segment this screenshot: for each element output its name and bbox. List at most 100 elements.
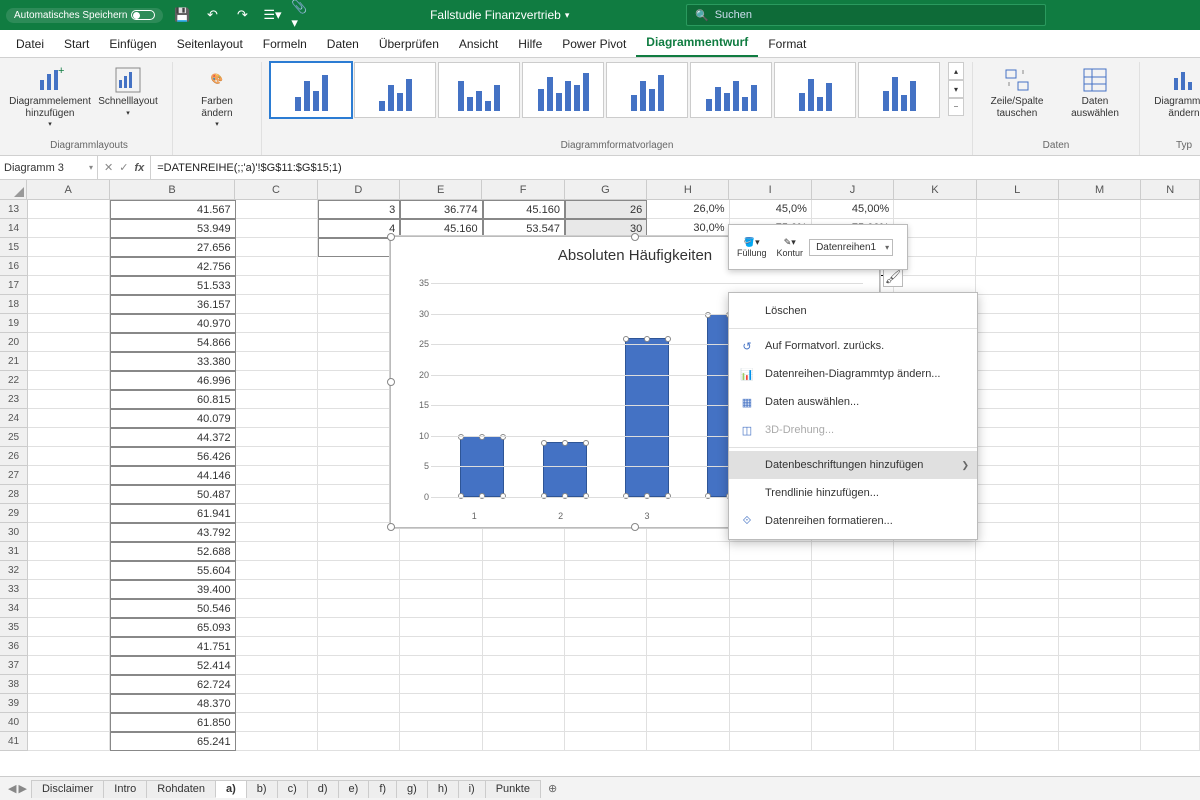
cell-B37[interactable]: 52.414 <box>110 656 235 675</box>
ctx-trendlinie-hinzuf-gen-[interactable]: Trendlinie hinzufügen... <box>729 479 977 507</box>
cell-B35[interactable]: 65.093 <box>110 618 235 637</box>
cell-I40[interactable] <box>730 713 812 732</box>
cell-D41[interactable] <box>318 732 400 751</box>
cell-I38[interactable] <box>730 675 812 694</box>
cell-L29[interactable] <box>976 504 1058 523</box>
cell-E13[interactable]: 36.774 <box>400 200 482 219</box>
cell-D15[interactable]: 5 <box>318 238 400 257</box>
cell-F36[interactable] <box>483 637 565 656</box>
col-header-N[interactable]: N <box>1141 180 1200 199</box>
cell-G41[interactable] <box>565 732 647 751</box>
cell-B14[interactable]: 53.949 <box>110 219 235 238</box>
cell-K34[interactable] <box>894 599 976 618</box>
cell-D35[interactable] <box>318 618 400 637</box>
row-header[interactable]: 15 <box>0 238 28 257</box>
cell-E40[interactable] <box>400 713 482 732</box>
col-header-H[interactable]: H <box>647 180 729 199</box>
cell-N35[interactable] <box>1141 618 1200 637</box>
cell-B30[interactable]: 43.792 <box>110 523 235 542</box>
cell-A35[interactable] <box>28 618 110 637</box>
cell-J38[interactable] <box>812 675 894 694</box>
search-box[interactable]: 🔍 Suchen <box>686 4 1046 26</box>
cell-H31[interactable] <box>647 542 729 561</box>
sheet-tab-h[interactable]: h) <box>427 780 459 798</box>
col-header-L[interactable]: L <box>977 180 1059 199</box>
cell-E39[interactable] <box>400 694 482 713</box>
cell-K38[interactable] <box>894 675 976 694</box>
cell-I33[interactable] <box>730 580 812 599</box>
cell-K39[interactable] <box>894 694 976 713</box>
cell-N28[interactable] <box>1141 485 1200 504</box>
cell-A29[interactable] <box>28 504 110 523</box>
chart-style-2[interactable] <box>354 62 436 118</box>
tab-daten[interactable]: Daten <box>317 31 369 57</box>
cell-B20[interactable]: 54.866 <box>110 333 235 352</box>
cell-C18[interactable] <box>236 295 318 314</box>
cell-B39[interactable]: 48.370 <box>110 694 235 713</box>
touch-mode-icon[interactable]: ☰▾ <box>261 4 283 26</box>
row-header[interactable]: 37 <box>0 656 28 675</box>
cell-A38[interactable] <box>28 675 110 694</box>
cell-K41[interactable] <box>894 732 976 751</box>
cell-C25[interactable] <box>236 428 318 447</box>
cell-B21[interactable]: 33.380 <box>110 352 235 371</box>
cell-B36[interactable]: 41.751 <box>110 637 235 656</box>
row-header[interactable]: 28 <box>0 485 28 504</box>
cell-J31[interactable] <box>812 542 894 561</box>
cell-L38[interactable] <box>976 675 1058 694</box>
cell-N18[interactable] <box>1141 295 1200 314</box>
cell-B18[interactable]: 36.157 <box>110 295 235 314</box>
cell-C24[interactable] <box>236 409 318 428</box>
cell-G37[interactable] <box>565 656 647 675</box>
row-header[interactable]: 18 <box>0 295 28 314</box>
col-header-B[interactable]: B <box>110 180 235 199</box>
cell-J37[interactable] <box>812 656 894 675</box>
cell-A26[interactable] <box>28 447 110 466</box>
cell-C15[interactable] <box>236 238 318 257</box>
cell-C14[interactable] <box>236 219 318 238</box>
col-header-G[interactable]: G <box>565 180 647 199</box>
cell-A19[interactable] <box>28 314 110 333</box>
sheet-tab-b[interactable]: b) <box>246 780 278 798</box>
row-header[interactable]: 30 <box>0 523 28 542</box>
cell-N14[interactable] <box>1141 219 1200 238</box>
cell-C41[interactable] <box>236 732 318 751</box>
row-header[interactable]: 21 <box>0 352 28 371</box>
ctx-datenreihen-diagrammtyp-[interactable]: 📊Datenreihen-Diagrammtyp ändern... <box>729 360 977 388</box>
cell-A23[interactable] <box>28 390 110 409</box>
cell-H36[interactable] <box>647 637 729 656</box>
cell-F37[interactable] <box>483 656 565 675</box>
cell-A22[interactable] <box>28 371 110 390</box>
outline-button[interactable]: ✎▾Kontur <box>773 235 808 260</box>
cell-A40[interactable] <box>28 713 110 732</box>
sheet-tab-i[interactable]: i) <box>458 780 486 798</box>
cell-B23[interactable]: 60.815 <box>110 390 235 409</box>
cell-F39[interactable] <box>483 694 565 713</box>
cell-A24[interactable] <box>28 409 110 428</box>
cell-L16[interactable] <box>976 257 1058 276</box>
row-header[interactable]: 24 <box>0 409 28 428</box>
cell-M26[interactable] <box>1059 447 1141 466</box>
cell-J41[interactable] <box>812 732 894 751</box>
cell-M37[interactable] <box>1059 656 1141 675</box>
cell-H33[interactable] <box>647 580 729 599</box>
cell-J13[interactable]: 45,00% <box>812 200 894 219</box>
chart-style-3[interactable] <box>438 62 520 118</box>
cell-N19[interactable] <box>1141 314 1200 333</box>
col-header-E[interactable]: E <box>400 180 482 199</box>
tab-überprüfen[interactable]: Überprüfen <box>369 31 449 57</box>
cell-B32[interactable]: 55.604 <box>110 561 235 580</box>
autosave-toggle[interactable]: Automatisches Speichern <box>6 8 163 23</box>
undo-icon[interactable]: ↶ <box>201 4 223 26</box>
col-header-K[interactable]: K <box>894 180 976 199</box>
cell-B29[interactable]: 61.941 <box>110 504 235 523</box>
cell-C34[interactable] <box>236 599 318 618</box>
cell-L34[interactable] <box>976 599 1058 618</box>
cell-F41[interactable] <box>483 732 565 751</box>
cell-B25[interactable]: 44.372 <box>110 428 235 447</box>
cell-N41[interactable] <box>1141 732 1200 751</box>
cell-C37[interactable] <box>236 656 318 675</box>
sheet-tab-a[interactable]: a) <box>215 780 247 798</box>
col-header-D[interactable]: D <box>318 180 400 199</box>
row-header[interactable]: 27 <box>0 466 28 485</box>
